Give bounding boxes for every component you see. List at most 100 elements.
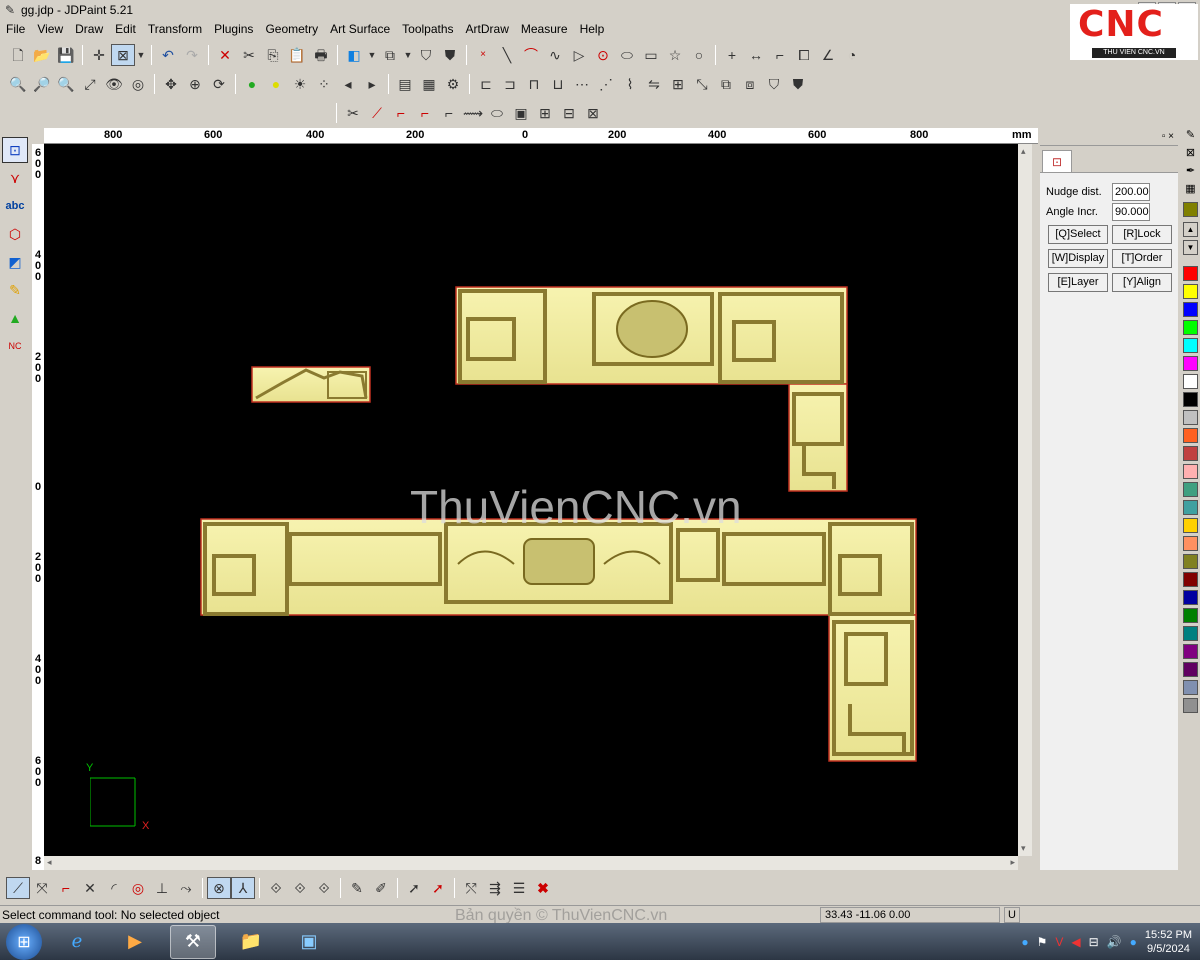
edit-curve-icon[interactable]: ✐ — [369, 877, 393, 899]
circle-point-icon[interactable]: ⊙ — [591, 44, 615, 66]
pen-icon[interactable]: ✎ — [1183, 128, 1198, 143]
color-swatch[interactable] — [1183, 428, 1198, 443]
nc-tool-icon[interactable]: NC — [2, 333, 28, 359]
color-swatch[interactable] — [1183, 302, 1198, 317]
delete-icon[interactable]: ✕ — [213, 44, 237, 66]
color-swatch[interactable] — [1183, 626, 1198, 641]
display-button[interactable]: [W]Display — [1048, 249, 1108, 268]
vertical-scrollbar[interactable]: ▴ ▾ — [1018, 144, 1032, 856]
align-left-icon[interactable]: ⊏ — [474, 73, 498, 95]
scroll-left-icon[interactable]: ◂ — [47, 857, 52, 868]
volume-icon[interactable]: 🔊 — [1107, 935, 1122, 949]
shield-solid-icon[interactable]: ⛊ — [786, 73, 810, 95]
antivirus-icon[interactable]: V — [1055, 935, 1063, 949]
plus-icon[interactable]: + — [720, 44, 744, 66]
light-yellow-icon[interactable]: ● — [264, 73, 288, 95]
shield-icon[interactable]: ⛉ — [414, 44, 438, 66]
circle-icon[interactable]: ○ — [687, 44, 711, 66]
group-icon[interactable]: ⧉ — [714, 73, 738, 95]
cut-icon[interactable]: ✂ — [237, 44, 261, 66]
relief-tool-icon[interactable]: ▲ — [2, 305, 28, 331]
color-swatch[interactable] — [1183, 536, 1198, 551]
color-swatch[interactable] — [1183, 284, 1198, 299]
align-center-icon[interactable]: ⊐ — [498, 73, 522, 95]
extend-icon[interactable]: ⟋ — [365, 102, 389, 124]
radius-dim-icon[interactable]: ◔ — [840, 44, 864, 66]
menu-view[interactable]: View — [31, 20, 69, 39]
hatch-icon[interactable]: ▦ — [417, 73, 441, 95]
menu-draw[interactable]: Draw — [69, 20, 109, 39]
color-swatch[interactable] — [1183, 572, 1198, 587]
horizontal-scrollbar[interactable]: ◂ ▸ — [44, 856, 1018, 870]
array-icon[interactable]: ⊞ — [666, 73, 690, 95]
color-swatch[interactable] — [1183, 662, 1198, 677]
light-settings-icon[interactable]: ☀ — [288, 73, 312, 95]
menu-measure[interactable]: Measure — [515, 20, 574, 39]
redo-icon[interactable]: ↷ — [180, 44, 204, 66]
snap-line-icon[interactable]: ⟋ — [6, 877, 30, 899]
color-swatch[interactable] — [1183, 374, 1198, 389]
brush-tool-icon[interactable]: ✎ — [2, 277, 28, 303]
color-swatch[interactable] — [1183, 266, 1198, 281]
zoom-out-icon[interactable]: 🔍 — [54, 73, 78, 95]
snap-angle-icon[interactable]: ⅄ — [231, 877, 255, 899]
undo-icon[interactable]: ↶ — [156, 44, 180, 66]
save-icon[interactable]: 💾 — [54, 44, 78, 66]
color-swatch[interactable] — [1183, 482, 1198, 497]
slot-icon[interactable]: ⬭ — [485, 102, 509, 124]
fill-tool-icon[interactable]: ◩ — [2, 249, 28, 275]
explorer-icon[interactable]: 📁 — [228, 925, 274, 959]
curve-edit-icon[interactable]: ⌇ — [618, 73, 642, 95]
pick-remove-icon[interactable]: ➚ — [426, 877, 450, 899]
snap-grid-icon[interactable]: ⊗ — [207, 877, 231, 899]
scroll-right-icon[interactable]: ▸ — [1010, 857, 1015, 868]
color-swatch[interactable] — [1183, 680, 1198, 695]
bluetooth-icon[interactable]: ● — [1130, 935, 1137, 949]
line-icon[interactable]: ╲ — [495, 44, 519, 66]
list-icon[interactable]: ☰ — [507, 877, 531, 899]
angle-input[interactable]: 90.000 — [1112, 203, 1150, 221]
star-icon[interactable]: ☆ — [663, 44, 687, 66]
fillet-icon[interactable]: ⌐ — [389, 102, 413, 124]
panel-tab-select[interactable]: ⊡ — [1042, 150, 1072, 172]
menu-art-surface[interactable]: Art Surface — [324, 20, 396, 39]
shield-icon[interactable]: ⛉ — [762, 73, 786, 95]
cancel-icon[interactable]: ✖ — [531, 877, 555, 899]
scroll-down-icon[interactable]: ▾ — [1021, 843, 1026, 854]
dropdown-arrow-icon[interactable]: ▼ — [366, 44, 378, 66]
zoom-in-icon[interactable]: 🔎 — [30, 73, 54, 95]
angle-dim-icon[interactable]: ∠ — [816, 44, 840, 66]
color-swatch[interactable] — [1183, 554, 1198, 569]
arrow-right-icon[interactable]: ▸ — [360, 73, 384, 95]
no-color-icon[interactable]: ⊠ — [1183, 146, 1198, 161]
join-icon[interactable]: ⊞ — [533, 102, 557, 124]
eye-icon[interactable]: 👁 — [102, 73, 126, 95]
relief-piece-bottom[interactable] — [200, 518, 917, 762]
view-all-icon[interactable]: ◎ — [126, 73, 150, 95]
paste-icon[interactable]: 📋 — [285, 44, 309, 66]
align-top-icon[interactable]: ⊓ — [522, 73, 546, 95]
menu-toolpaths[interactable]: Toolpaths — [396, 20, 459, 39]
palette-scroll-down-icon[interactable]: ▼ — [1183, 240, 1198, 255]
menu-artdraw[interactable]: ArtDraw — [460, 20, 515, 39]
ungroup-icon[interactable]: ⧈ — [738, 73, 762, 95]
shape-tool-icon[interactable]: ⬡ — [2, 221, 28, 247]
select-button[interactable]: [Q]Select — [1048, 225, 1108, 244]
panel-close-icon[interactable]: ▫ × — [1162, 131, 1174, 142]
color-swatch[interactable] — [1183, 608, 1198, 623]
color-swatch[interactable] — [1183, 464, 1198, 479]
ie-icon[interactable]: ℯ — [54, 925, 100, 959]
relief-piece-small[interactable] — [251, 366, 371, 403]
3d-view-icon[interactable]: ⧉ — [378, 44, 402, 66]
color-swatch[interactable] — [1183, 320, 1198, 335]
snap-tangent-icon[interactable]: ⌐ — [54, 877, 78, 899]
image-viewer-icon[interactable]: ▣ — [286, 925, 332, 959]
light-green-icon[interactable]: ● — [240, 73, 264, 95]
explode-icon[interactable]: ⊟ — [557, 102, 581, 124]
new-file-icon[interactable]: 🗋 — [6, 44, 30, 66]
palette-scroll-up-icon[interactable]: ▲ — [1183, 222, 1198, 237]
dropdown-arrow-icon[interactable]: ▼ — [402, 44, 414, 66]
break-icon[interactable]: ⟿ — [461, 102, 485, 124]
color-swatch[interactable] — [1183, 410, 1198, 425]
pan-icon[interactable]: ✥ — [159, 73, 183, 95]
